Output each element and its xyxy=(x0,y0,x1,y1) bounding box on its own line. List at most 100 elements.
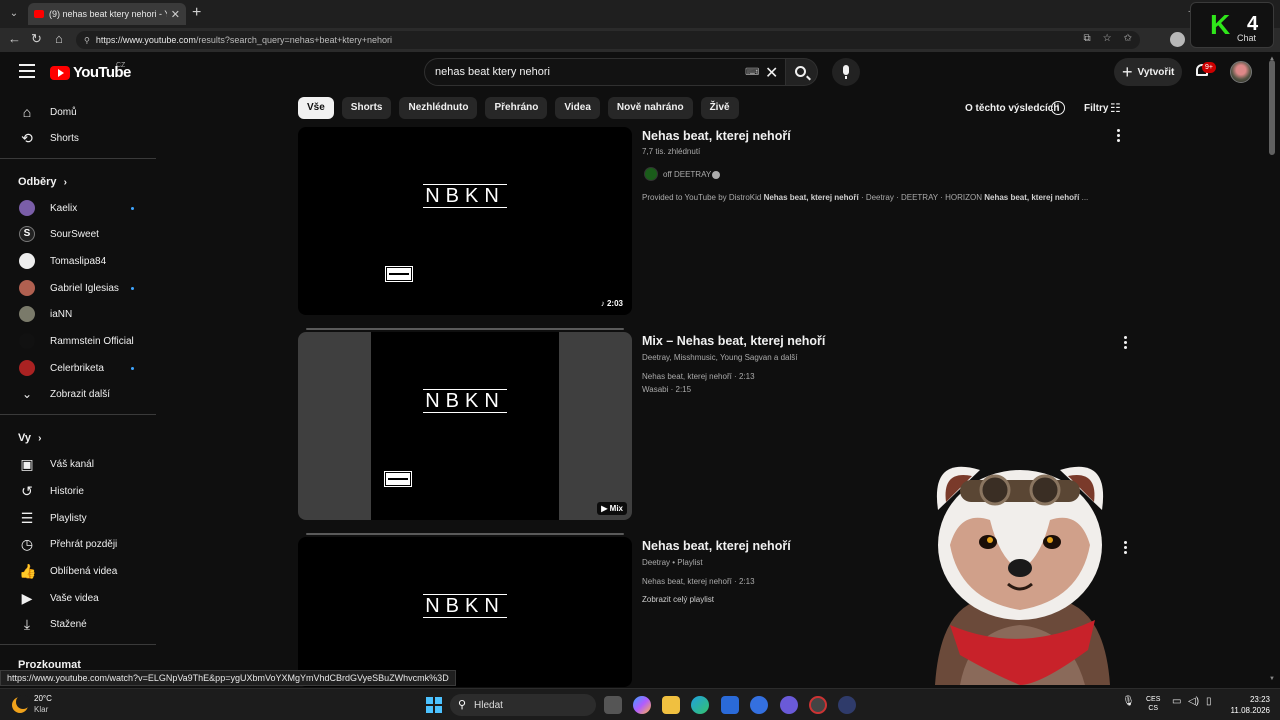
address-bar[interactable]: ⚲ https://www.youtube.com/results?search… xyxy=(76,31,1140,49)
chip-unwatched[interactable]: Nezhlédnuto xyxy=(399,97,478,119)
sidebar-item-label: Stažené xyxy=(50,618,87,630)
sidebar-item-subscription[interactable]: Gabriel Iglesias xyxy=(0,275,156,301)
filters-button[interactable]: Filtry xyxy=(1084,103,1108,114)
page-scrollbar[interactable] xyxy=(1269,60,1275,155)
sidebar-item-shorts[interactable]: ⟲ Shorts xyxy=(0,125,156,151)
create-button[interactable]: + Vytvořit xyxy=(1114,58,1182,86)
sidebar-item-subscription[interactable]: Rammstein Official xyxy=(0,328,156,354)
result-title[interactable]: Nehas beat, kterej nehoří xyxy=(642,129,791,143)
chip-videos[interactable]: Videa xyxy=(555,97,600,119)
tab-close-icon[interactable]: ✕ xyxy=(171,8,180,21)
taskbar-clock[interactable]: 23:23 11.08.2026 xyxy=(1226,694,1270,716)
task-view-icon[interactable] xyxy=(604,696,622,714)
view-full-playlist-link[interactable]: Zobrazit celý playlist xyxy=(642,595,714,604)
battery-icon[interactable]: ▯ xyxy=(1206,696,1212,707)
mix-track[interactable]: Nehas beat, kterej nehoří · 2:13 xyxy=(642,372,755,381)
mix-track[interactable]: Wasabi · 2:15 xyxy=(642,385,691,394)
playlist-thumbnail[interactable]: NBKN xyxy=(298,537,632,687)
browser-tab[interactable]: (9) nehas beat ktery nehori - YouTube ✕ xyxy=(28,3,186,25)
info-icon[interactable]: i xyxy=(1051,101,1065,115)
sidebar-item-playlists[interactable]: ☰ Playlisty xyxy=(0,505,156,531)
sidebar-item-your-videos[interactable]: ▶ Vaše videa xyxy=(0,585,156,611)
browser-profile-avatar[interactable] xyxy=(1170,32,1185,47)
start-windows-icon[interactable] xyxy=(426,697,442,713)
result-title[interactable]: Nehas beat, kterej nehoří xyxy=(642,539,791,553)
desc-highlight: Nehas beat, kterej nehoří xyxy=(763,193,859,202)
about-results-link[interactable]: O těchto výsledcích xyxy=(965,103,1059,114)
you-header[interactable]: Vy › xyxy=(0,425,156,451)
sidebar-item-subscription[interactable]: S SourSweet xyxy=(0,221,156,247)
clock-time: 23:23 xyxy=(1249,695,1270,704)
sidebar-item-label: Historie xyxy=(50,485,84,497)
weather-temperature[interactable]: 20°C xyxy=(34,694,52,703)
result-title[interactable]: Mix – Nehas beat, kterej nehoří xyxy=(642,334,825,348)
browser-navbar: ← ↻ ⌂ ⚲ https://www.youtube.com/results?… xyxy=(0,28,1280,52)
weather-moon-icon[interactable] xyxy=(12,695,30,713)
sidebar-item-subscription[interactable]: Celerbriketa xyxy=(0,355,156,381)
new-tab-icon[interactable]: + xyxy=(192,4,201,22)
favorites-icon[interactable]: ✩ xyxy=(1124,33,1132,44)
copilot-icon[interactable] xyxy=(633,696,651,714)
guide-menu-icon[interactable] xyxy=(19,64,35,78)
volume-icon[interactable]: ◁) xyxy=(1188,696,1199,707)
app-icon[interactable] xyxy=(838,696,856,714)
app-icon[interactable] xyxy=(780,696,798,714)
chip-watched[interactable]: Přehráno xyxy=(485,97,548,119)
new-content-dot xyxy=(131,366,134,370)
cover-line xyxy=(423,617,507,618)
sidebar-item-home[interactable]: ⌂ Domů xyxy=(0,99,156,125)
sidebar-item-subscription[interactable]: Kaelix xyxy=(0,195,156,221)
chip-all[interactable]: Vše xyxy=(298,97,334,119)
search-button[interactable] xyxy=(786,58,818,86)
search-query: nehas beat ktery nehori xyxy=(435,66,550,78)
sidebar-item-watch-later[interactable]: ◷ Přehrát později xyxy=(0,531,156,557)
microphone-tray-icon[interactable]: 🎙 xyxy=(1122,696,1135,707)
playlist-track[interactable]: Nehas beat, kterej nehoří · 2:13 xyxy=(642,577,755,586)
edge-browser-icon[interactable] xyxy=(691,696,709,714)
filters-sliders-icon[interactable]: ☷ xyxy=(1110,101,1121,115)
channel-avatar[interactable] xyxy=(644,167,658,181)
scroll-down-icon[interactable]: ▼ xyxy=(1269,676,1275,682)
more-actions-icon[interactable] xyxy=(1117,129,1121,144)
verified-icon xyxy=(712,171,720,179)
channel-name[interactable]: off DEETRAY xyxy=(663,170,711,179)
show-more-button[interactable]: ⌄ Zobrazit další xyxy=(0,381,156,407)
network-icon[interactable]: ▭ xyxy=(1172,696,1181,707)
channel-avatar xyxy=(19,306,35,322)
file-explorer-icon[interactable] xyxy=(662,696,680,714)
plus-icon: + xyxy=(1122,62,1133,82)
voice-search-button[interactable] xyxy=(832,58,860,86)
language-indicator[interactable]: CES CS xyxy=(1146,695,1160,713)
chip-recently-uploaded[interactable]: Nově nahráno xyxy=(607,97,693,119)
sidebar-item-subscription[interactable]: Tomaslipa84 xyxy=(0,248,156,274)
taskbar-search[interactable]: ⚲ Hledat xyxy=(450,694,596,716)
search-input[interactable]: nehas beat ktery nehori ⌨ ✕ xyxy=(424,58,786,86)
back-icon[interactable]: ← xyxy=(8,31,21,46)
tab-actions-icon[interactable]: ⌄ xyxy=(5,5,23,23)
result-thumbnail[interactable]: NBKN ♪ 2:03 xyxy=(298,127,632,315)
chip-live[interactable]: Živě xyxy=(700,97,739,119)
sidebar-item-liked[interactable]: 👍 Oblíbená videa xyxy=(0,558,156,584)
more-actions-icon[interactable] xyxy=(1124,336,1128,351)
cover-line xyxy=(423,207,507,208)
sidebar-item-downloads[interactable]: ⤓ Stažené xyxy=(0,611,156,637)
favorite-star-icon[interactable]: ☆ xyxy=(1103,33,1112,44)
install-app-icon[interactable]: ⧉ xyxy=(1084,33,1091,44)
weather-condition[interactable]: Klar xyxy=(34,705,48,714)
app-icon[interactable] xyxy=(750,696,768,714)
home-browser-icon[interactable]: ⌂ xyxy=(55,31,63,46)
sidebar-item-your-channel[interactable]: ▣ Váš kanál xyxy=(0,451,156,477)
keyboard-icon[interactable]: ⌨ xyxy=(745,67,759,78)
more-actions-icon[interactable] xyxy=(1124,541,1128,556)
chip-shorts[interactable]: Shorts xyxy=(341,97,392,119)
sidebar-item-subscription[interactable]: iaNN xyxy=(0,301,156,327)
site-info-icon[interactable]: ⚲ xyxy=(84,36,90,45)
subscriptions-header[interactable]: Odběry › xyxy=(0,169,156,195)
sidebar-item-history[interactable]: ↺ Historie xyxy=(0,478,156,504)
obs-icon[interactable] xyxy=(809,696,827,714)
microsoft-store-icon[interactable] xyxy=(721,696,739,714)
mix-thumbnail[interactable]: NBKN ▶ Mix xyxy=(298,332,632,520)
account-avatar[interactable] xyxy=(1230,61,1252,83)
clear-search-icon[interactable]: ✕ xyxy=(765,63,778,83)
reload-icon[interactable]: ↻ xyxy=(31,31,42,47)
